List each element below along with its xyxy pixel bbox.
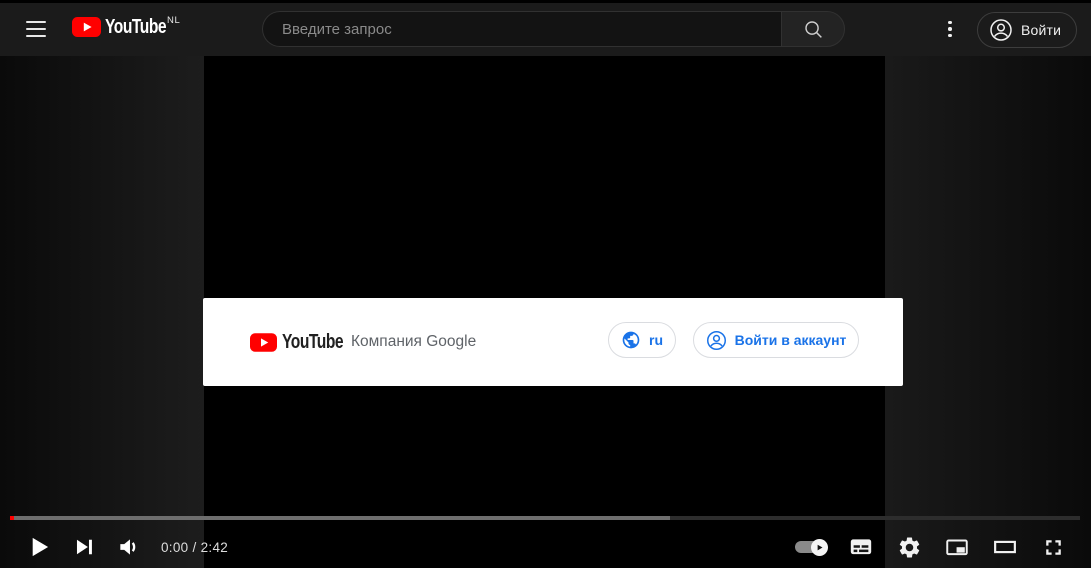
globe-icon xyxy=(622,331,640,349)
vertical-dots-icon xyxy=(948,20,952,25)
next-button[interactable] xyxy=(61,526,106,568)
fullscreen-button[interactable] xyxy=(1029,526,1077,568)
autoplay-play-icon xyxy=(817,544,823,550)
sign-in-account-button[interactable]: Войти в аккаунт xyxy=(693,322,859,358)
player-controls-right xyxy=(783,526,1077,568)
play-button[interactable] xyxy=(16,526,61,568)
consent-banner-brand: YouTube Компания Google xyxy=(250,298,476,386)
youtube-play-badge-icon xyxy=(250,332,277,352)
progress-played xyxy=(10,516,15,520)
volume-button[interactable] xyxy=(106,526,151,568)
top-bar: YouTube NL Войти xyxy=(0,3,1091,56)
youtube-play-badge-icon xyxy=(72,17,101,37)
sign-in-button[interactable]: Войти xyxy=(977,12,1078,48)
theater-mode-icon xyxy=(994,540,1016,554)
search-icon xyxy=(804,20,822,38)
miniplayer-icon xyxy=(946,539,968,556)
player-left-gutter xyxy=(0,56,204,568)
more-options-button[interactable] xyxy=(930,9,970,49)
youtube-wordmark: YouTube xyxy=(105,16,167,38)
youtube-wordmark: YouTube xyxy=(282,330,344,353)
miniplayer-button[interactable] xyxy=(933,526,981,568)
next-icon xyxy=(76,539,92,555)
autoplay-toggle[interactable] xyxy=(783,526,837,568)
consent-banner: YouTube Компания Google ru Войти в аккау… xyxy=(203,298,903,386)
search-button[interactable] xyxy=(781,11,845,47)
player-right-gutter xyxy=(885,56,1091,568)
theater-mode-button[interactable] xyxy=(981,526,1029,568)
settings-button[interactable] xyxy=(885,526,933,568)
country-code-label: NL xyxy=(167,15,181,26)
search-input[interactable] xyxy=(262,11,781,47)
subtitles-icon xyxy=(850,539,872,555)
avatar-icon xyxy=(706,330,726,350)
company-label: Компания Google xyxy=(351,333,477,350)
sign-in-label: Войти xyxy=(1021,22,1062,38)
subtitles-button[interactable] xyxy=(837,526,885,568)
play-icon xyxy=(32,537,48,557)
player-controls-left: 0:00 / 2:42 xyxy=(16,526,228,568)
avatar-icon xyxy=(990,19,1012,41)
fullscreen-icon xyxy=(1045,539,1061,555)
search-form xyxy=(262,11,845,47)
hamburger-menu-button[interactable] xyxy=(16,9,56,49)
language-label: ru xyxy=(649,332,663,348)
time-display: 0:00 / 2:42 xyxy=(161,539,229,555)
hamburger-icon xyxy=(26,21,46,23)
volume-icon xyxy=(119,539,135,555)
autoplay-icon xyxy=(795,538,828,556)
youtube-logo[interactable]: YouTube NL xyxy=(72,15,181,38)
sign-in-account-label: Войти в аккаунт xyxy=(734,332,847,348)
settings-gear-icon xyxy=(899,537,919,557)
progress-buffered xyxy=(10,516,671,520)
seek-bar[interactable] xyxy=(10,516,1080,520)
video-player: YouTube Компания Google ru Войти в аккау… xyxy=(0,56,1091,568)
language-button[interactable]: ru xyxy=(608,322,676,358)
